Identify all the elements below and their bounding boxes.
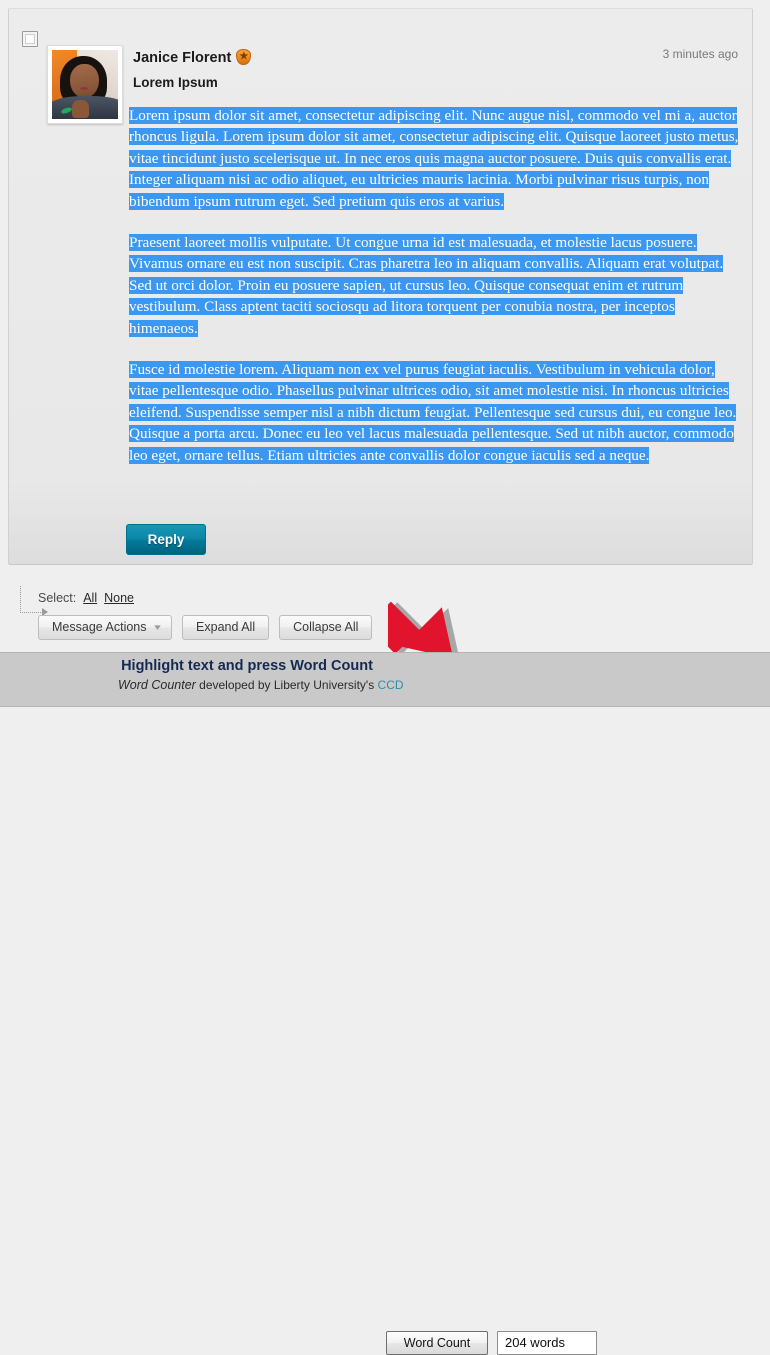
word-count-button[interactable]: Word Count xyxy=(386,1331,488,1355)
word-counter-bar: Highlight text and press Word Count Word… xyxy=(0,652,770,1355)
word-counter-credit: Word Counter developed by Liberty Univer… xyxy=(118,678,404,692)
collapse-all-button[interactable]: Collapse All xyxy=(279,615,373,640)
message-subject: Lorem Ipsum xyxy=(133,75,218,90)
chevron-down-icon: ▾ xyxy=(153,622,160,632)
author-line: Janice Florent ★ xyxy=(133,49,252,66)
message-paragraph: Fusce id molestie lorem. Aliquam non ex … xyxy=(129,359,747,466)
checkbox-inner xyxy=(25,34,35,44)
message-paragraph: Praesent laoreet mollis vulputate. Ut co… xyxy=(129,232,747,339)
message-select-checkbox[interactable] xyxy=(22,31,38,47)
message-paragraph: Lorem ipsum dolor sit amet, consectetur … xyxy=(129,105,747,212)
selected-text: Praesent laoreet mollis vulputate. Ut co… xyxy=(129,234,724,337)
message-actions-button[interactable]: Message Actions ▾ xyxy=(38,615,173,640)
word-counter-credit-middle: developed by Liberty University's xyxy=(195,678,378,692)
word-counter-brand: Word Counter xyxy=(118,678,196,692)
message-actions-label: Message Actions xyxy=(52,620,147,634)
select-row: Select: All None xyxy=(38,591,134,605)
star-shield-badge-icon: ★ xyxy=(236,49,252,65)
avatar xyxy=(47,45,123,124)
ccd-link[interactable]: CCD xyxy=(378,678,404,692)
badge-star-glyph: ★ xyxy=(239,51,249,63)
reply-button[interactable]: Reply xyxy=(126,524,206,555)
word-counter-headline: Highlight text and press Word Count xyxy=(121,658,373,674)
avatar-photo xyxy=(52,50,118,119)
select-all-link[interactable]: All xyxy=(83,591,97,605)
expand-all-button[interactable]: Expand All xyxy=(182,615,270,640)
select-none-link[interactable]: None xyxy=(104,591,134,605)
avatar-lips xyxy=(79,86,89,90)
select-label: Select: xyxy=(38,591,77,605)
actions-area: Select: All None Message Actions ▾ Expand … xyxy=(0,574,770,652)
avatar-face xyxy=(69,63,99,99)
author-name[interactable]: Janice Florent xyxy=(133,50,231,66)
selected-text: Lorem ipsum dolor sit amet, consectetur … xyxy=(129,107,739,210)
word-count-result-field[interactable]: 204 words xyxy=(497,1331,597,1355)
message-timestamp: 3 minutes ago xyxy=(662,47,738,61)
word-counter-text-block: Highlight text and press Word Count Word… xyxy=(118,658,404,692)
message-panel: Janice Florent ★ Lorem Ipsum 3 minutes ag… xyxy=(8,8,753,565)
selected-text: Fusce id molestie lorem. Aliquam non ex … xyxy=(129,361,737,464)
message-body[interactable]: Lorem ipsum dolor sit amet, consectetur … xyxy=(129,105,747,466)
button-row: Message Actions ▾ Expand All Collapse Al… xyxy=(38,615,373,640)
avatar-hand xyxy=(71,99,89,118)
